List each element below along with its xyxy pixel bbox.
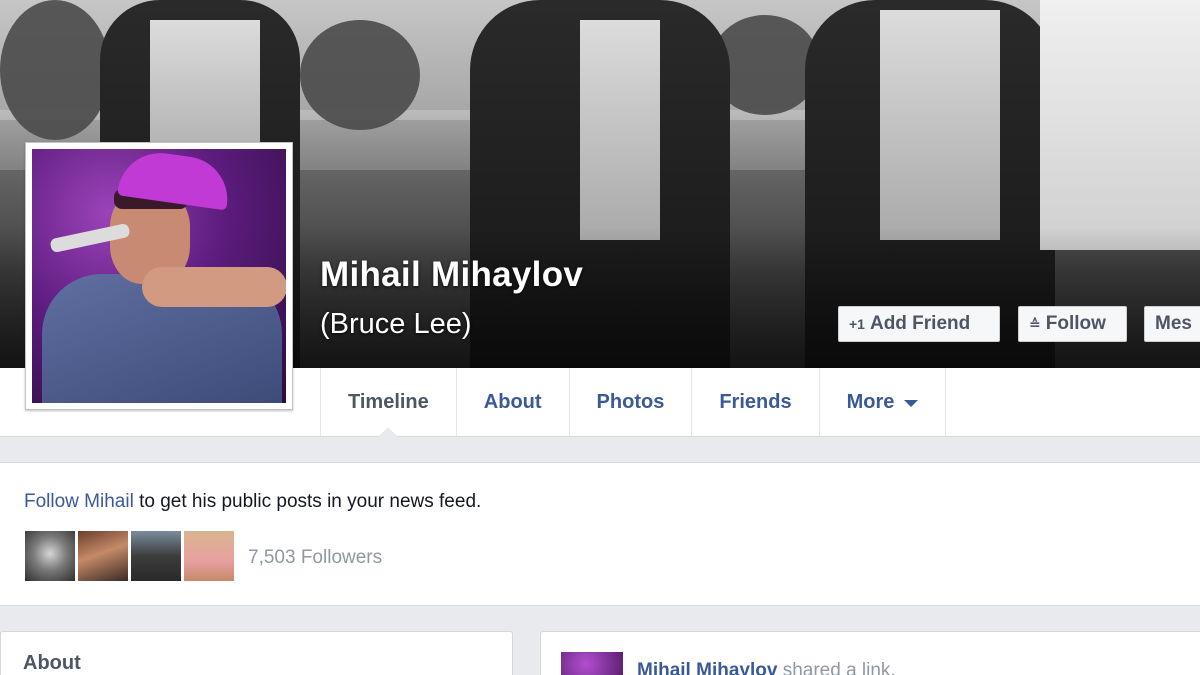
cover-shirt	[580, 20, 660, 240]
profile-alternate-name: (Bruce Lee)	[320, 308, 472, 340]
message-label: Mes	[1155, 313, 1192, 334]
cover-tree	[300, 20, 420, 130]
tab-label: Photos	[596, 390, 665, 413]
message-button[interactable]: Mes	[1144, 306, 1200, 342]
follower-avatar[interactable]	[184, 531, 234, 581]
follow-box: Follow Mihail to get his public posts in…	[0, 462, 1200, 606]
active-tab-pointer	[378, 427, 399, 437]
follow-prompt: Follow Mihail to get his public posts in…	[24, 491, 481, 513]
rss-icon: ≙	[1029, 315, 1041, 332]
follower-thumbnails	[25, 531, 234, 581]
tab-timeline[interactable]: Timeline	[321, 368, 457, 437]
tab-label: About	[483, 390, 542, 413]
photo-arm	[142, 267, 286, 307]
tab-more[interactable]: More	[820, 368, 947, 436]
cover-shirt	[1040, 0, 1200, 250]
follower-avatar[interactable]	[131, 531, 181, 581]
follow-button[interactable]: ≙ Follow	[1018, 306, 1127, 342]
profile-photo	[32, 149, 286, 403]
profile-name[interactable]: Mihail Mihaylov	[320, 255, 583, 295]
post-action: shared a link.	[777, 660, 896, 675]
about-card-title: About	[23, 652, 81, 674]
add-friend-button[interactable]: +1 Add Friend	[838, 306, 1000, 342]
follow-label: Follow	[1045, 313, 1106, 334]
cover-shirt	[880, 10, 1000, 240]
cover-tree	[0, 0, 110, 140]
post-card: Mihail Mihaylov shared a link.	[540, 631, 1200, 675]
about-card: About	[0, 631, 513, 675]
chevron-down-icon	[904, 399, 919, 407]
add-friend-icon: +1	[849, 316, 865, 332]
follower-avatar[interactable]	[78, 531, 128, 581]
post-header: Mihail Mihaylov shared a link.	[637, 660, 896, 675]
follower-avatar[interactable]	[25, 531, 75, 581]
follow-link[interactable]: Follow Mihail	[24, 491, 134, 512]
post-avatar[interactable]	[561, 652, 623, 675]
tab-photos[interactable]: Photos	[570, 368, 693, 436]
tab-about[interactable]: About	[457, 368, 570, 436]
add-friend-label: Add Friend	[869, 313, 971, 334]
profile-picture[interactable]	[25, 142, 293, 410]
tab-label: Timeline	[348, 390, 429, 413]
tab-friends[interactable]: Friends	[692, 368, 820, 436]
profile-tabs: Timeline About Photos Friends More	[320, 368, 947, 437]
tab-label: Friends	[719, 390, 792, 413]
tab-label: More	[846, 390, 895, 413]
followers-count[interactable]: 7,503 Followers	[248, 547, 382, 569]
post-author[interactable]: Mihail Mihaylov	[637, 660, 777, 675]
follow-prompt-text: to get his public posts in your news fee…	[133, 491, 482, 512]
